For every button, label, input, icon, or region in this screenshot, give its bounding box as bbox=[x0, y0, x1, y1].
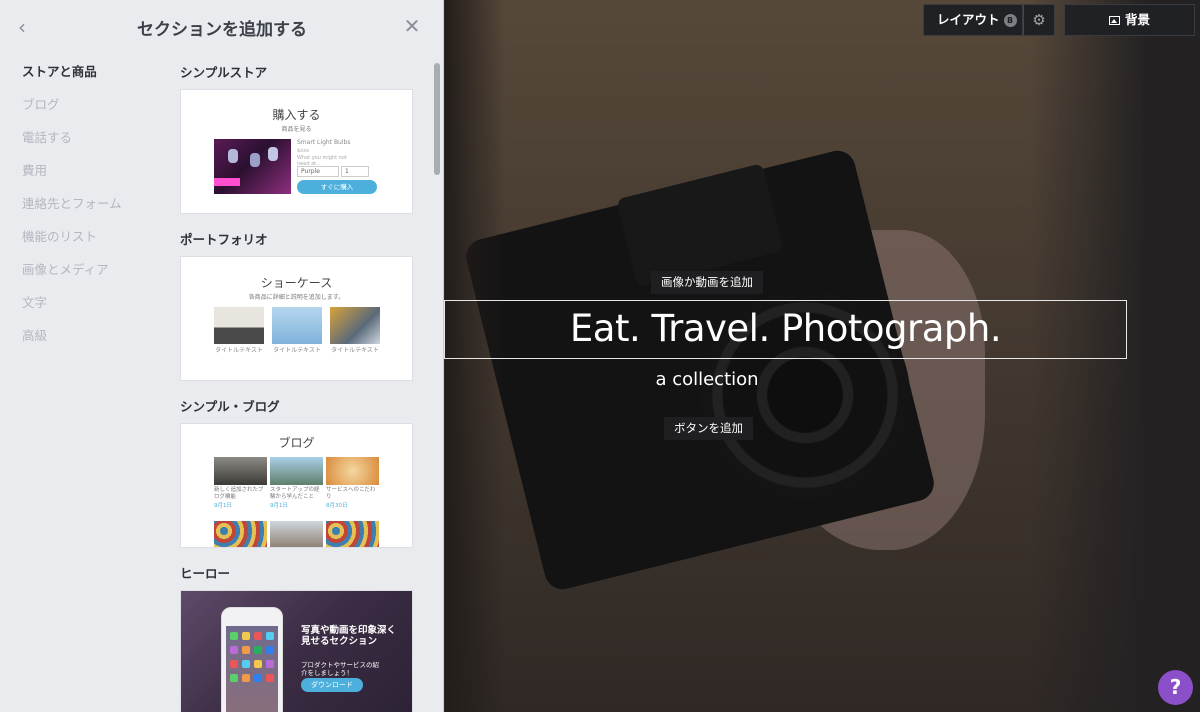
blog-image bbox=[326, 457, 379, 485]
add-media-button[interactable]: 画像か動画を追加 bbox=[651, 271, 763, 294]
buy-now-button: すぐに購入 bbox=[297, 180, 377, 194]
category-images-media[interactable]: 画像とメディア bbox=[22, 262, 162, 295]
product-price: $xxx bbox=[297, 148, 310, 154]
section-label-store: シンプルストア bbox=[180, 65, 268, 80]
blog-caption: サービスへのこだわり bbox=[326, 487, 376, 500]
template-card-store[interactable]: 購入する 商品を見る Smart Light Bulbs $xxx What y… bbox=[180, 89, 413, 214]
category-feature-list[interactable]: 機能のリスト bbox=[22, 229, 162, 262]
blog-post: スタートアップの経験から学んだこと 9月1日 bbox=[270, 457, 323, 509]
qty-field: 1 bbox=[341, 166, 369, 177]
help-button[interactable]: ? bbox=[1158, 670, 1193, 705]
category-contact-forms[interactable]: 連絡先とフォーム bbox=[22, 196, 162, 229]
blog-date: 9月1日 bbox=[214, 503, 232, 509]
product-image bbox=[214, 139, 291, 194]
blog-image bbox=[270, 521, 323, 547]
portfolio-item: タイトルテキスト bbox=[272, 307, 322, 354]
hero-headline[interactable]: Eat. Travel. Photograph. bbox=[444, 307, 1127, 350]
preview-title: ブログ bbox=[278, 436, 315, 450]
blog-image bbox=[326, 521, 379, 547]
category-list: ストアと商品 ブログ 電話する 費用 連絡先とフォーム 機能のリスト 画像とメデ… bbox=[22, 64, 162, 361]
layout-badge: B bbox=[1003, 14, 1017, 27]
preview-title: ショーケース bbox=[260, 276, 333, 290]
background-label: 背景 bbox=[1124, 12, 1150, 27]
blog-date: 8月30日 bbox=[326, 503, 348, 509]
section-label-blog: シンプル・ブログ bbox=[180, 399, 280, 414]
template-card-portfolio[interactable]: ショーケース 各商品に詳細と説明を追加します。 タイトルテキスト タイトルテキス… bbox=[180, 256, 413, 381]
image-icon bbox=[1108, 16, 1120, 25]
blog-date: 9月1日 bbox=[270, 503, 288, 509]
close-icon[interactable]: ✕ bbox=[402, 14, 422, 38]
preview-subtitle: 各商品に詳細と説明を追加します。 bbox=[248, 294, 345, 301]
add-button-button[interactable]: ボタンを追加 bbox=[664, 417, 753, 440]
preview-subtitle: 商品を見る bbox=[281, 126, 312, 133]
layout-label: レイアウト bbox=[937, 12, 1000, 27]
section-label-portfolio: ポートフォリオ bbox=[180, 232, 268, 247]
download-button: ダウンロード bbox=[301, 678, 363, 692]
category-blog[interactable]: ブログ bbox=[22, 97, 162, 130]
panel-title: セクションを追加する bbox=[137, 20, 307, 40]
portfolio-image bbox=[272, 307, 322, 344]
background-button[interactable]: 背景 bbox=[1064, 4, 1195, 36]
blog-image bbox=[214, 457, 267, 485]
hero-preview-heading: 写真や動画を印象深く見せるセクション bbox=[301, 625, 397, 647]
panel-header: ‹ セクションを追加する ✕ bbox=[0, 0, 444, 54]
preview-title: 購入する bbox=[272, 108, 321, 122]
category-call[interactable]: 電話する bbox=[22, 130, 162, 163]
blog-caption: 新しく追加されたブログ機能 bbox=[214, 487, 264, 500]
portfolio-caption: タイトルテキスト bbox=[273, 347, 321, 354]
category-pricing[interactable]: 費用 bbox=[22, 163, 162, 196]
phone-screen bbox=[226, 626, 278, 712]
option-select: Purple bbox=[297, 166, 339, 177]
gear-icon[interactable]: ⚙ bbox=[1023, 4, 1055, 36]
chevron-left-icon[interactable]: ‹ bbox=[18, 16, 36, 38]
blog-image bbox=[270, 457, 323, 485]
category-store[interactable]: ストアと商品 bbox=[22, 64, 162, 97]
phone-mockup bbox=[221, 607, 283, 712]
layout-button[interactable]: レイアウト B bbox=[923, 4, 1023, 36]
product-name: Smart Light Bulbs bbox=[297, 139, 351, 146]
portfolio-image bbox=[330, 307, 380, 344]
blog-post: サービスへのこだわり 8月30日 bbox=[326, 457, 379, 509]
portfolio-image bbox=[214, 307, 264, 344]
add-section-panel: ‹ セクションを追加する ✕ ストアと商品 ブログ 電話する 費用 連絡先とフォ… bbox=[0, 0, 444, 712]
category-advanced[interactable]: 高級 bbox=[22, 328, 162, 361]
portfolio-caption: タイトルテキスト bbox=[215, 347, 263, 354]
section-label-hero: ヒーロー bbox=[180, 566, 231, 581]
hero-subline[interactable]: a collection bbox=[444, 369, 970, 390]
section-template-list: シンプルストア 購入する 商品を見る Smart Light Bulbs $xx… bbox=[180, 62, 413, 712]
panel-scrollbar[interactable] bbox=[434, 63, 440, 175]
template-card-hero[interactable]: 写真や動画を印象深く見せるセクション プロダクトやサービスの紹介をしましょう！ … bbox=[180, 590, 413, 712]
category-text[interactable]: 文字 bbox=[22, 295, 162, 328]
blog-image bbox=[214, 521, 267, 547]
blog-post: 新しく追加されたブログ機能 9月1日 bbox=[214, 457, 267, 509]
portfolio-item: タイトルテキスト bbox=[330, 307, 380, 354]
hero-preview-sub: プロダクトやサービスの紹介をしましょう！ bbox=[301, 661, 379, 677]
portfolio-caption: タイトルテキスト bbox=[331, 347, 379, 354]
template-card-blog[interactable]: ブログ 新しく追加されたブログ機能 9月1日 スタートアップの経験から学んだこと… bbox=[180, 423, 413, 548]
portfolio-item: タイトルテキスト bbox=[214, 307, 264, 354]
blog-caption: スタートアップの経験から学んだこと bbox=[270, 487, 320, 500]
